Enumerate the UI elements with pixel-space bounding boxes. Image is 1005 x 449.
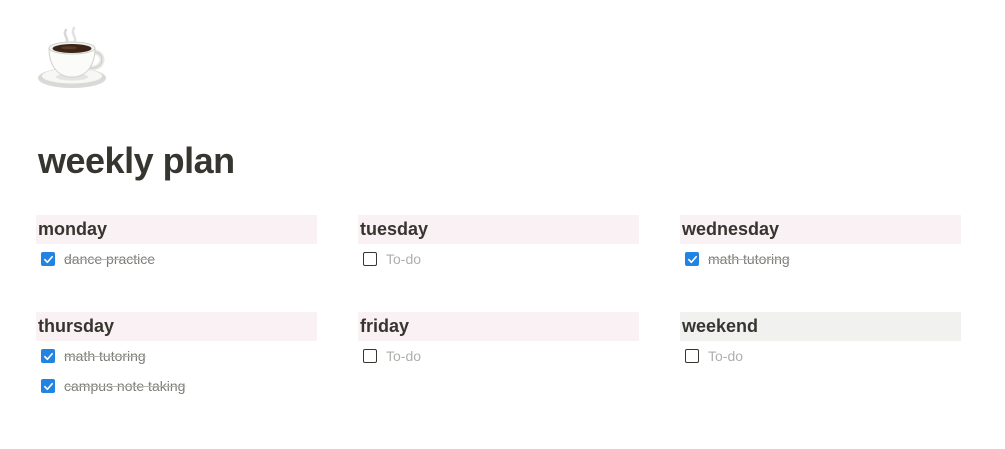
todo-item[interactable]: dance practice [36, 244, 317, 274]
todo-item[interactable]: To-do [358, 244, 639, 274]
checkbox-unchecked[interactable] [363, 252, 377, 266]
checkbox-checked[interactable] [41, 349, 55, 363]
day-column-weekend: weekend To-do [680, 312, 961, 409]
checkmark-icon [43, 255, 53, 263]
page-title: weekly plan [38, 140, 235, 181]
checkbox-unchecked[interactable] [685, 349, 699, 363]
todo-text[interactable]: math tutoring [64, 348, 146, 364]
day-header-thursday: thursday [36, 312, 317, 341]
day-column-thursday: thursday math tutoring campus note takin… [36, 312, 317, 409]
checkbox-checked[interactable] [685, 252, 699, 266]
weekly-columns: monday dance practice tuesday To-do wedn… [36, 215, 961, 409]
todo-text[interactable]: campus note taking [64, 378, 185, 394]
todo-item[interactable]: math tutoring [680, 244, 961, 274]
day-column-wednesday: wednesday math tutoring [680, 215, 961, 312]
todo-text[interactable]: math tutoring [708, 251, 790, 267]
day-column-friday: friday To-do [358, 312, 639, 409]
todo-item[interactable]: To-do [680, 341, 961, 371]
todo-placeholder[interactable]: To-do [386, 348, 421, 364]
todo-item[interactable]: To-do [358, 341, 639, 371]
day-header-friday: friday [358, 312, 639, 341]
checkbox-unchecked[interactable] [363, 349, 377, 363]
day-header-tuesday: tuesday [358, 215, 639, 244]
checkbox-checked[interactable] [41, 252, 55, 266]
day-column-tuesday: tuesday To-do [358, 215, 639, 312]
checkmark-icon [43, 352, 53, 360]
day-column-monday: monday dance practice [36, 215, 317, 312]
day-header-weekend: weekend [680, 312, 961, 341]
todo-placeholder[interactable]: To-do [386, 251, 421, 267]
todo-text[interactable]: dance practice [64, 251, 155, 267]
checkbox-checked[interactable] [41, 379, 55, 393]
checkmark-icon [687, 255, 697, 263]
coffee-cup-icon[interactable] [36, 26, 110, 92]
day-header-monday: monday [36, 215, 317, 244]
todo-item[interactable]: campus note taking [36, 371, 317, 401]
todo-placeholder[interactable]: To-do [708, 348, 743, 364]
todo-item[interactable]: math tutoring [36, 341, 317, 371]
day-header-wednesday: wednesday [680, 215, 961, 244]
checkmark-icon [43, 382, 53, 390]
